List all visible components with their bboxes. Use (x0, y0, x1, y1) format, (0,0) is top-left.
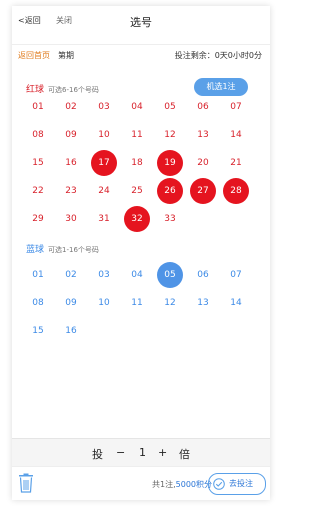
red-ball[interactable]: 04 (124, 94, 150, 120)
blue-section-title: 蓝球 可选1-16个号码 (26, 242, 99, 255)
multiplier-value[interactable]: 1 (139, 446, 146, 459)
blue-ball[interactable]: 16 (58, 318, 84, 344)
red-ball[interactable]: 29 (25, 206, 51, 232)
red-ball[interactable]: 18 (124, 150, 150, 176)
red-ball[interactable]: 16 (58, 150, 84, 176)
trash-icon[interactable] (18, 473, 34, 493)
blue-ball[interactable]: 12 (157, 290, 183, 316)
red-ball[interactable]: 01 (25, 94, 51, 120)
blue-label: 蓝球 (26, 245, 45, 255)
total-points: 5000积分 (175, 480, 212, 489)
red-ball[interactable]: 06 (190, 94, 216, 120)
blue-ball[interactable]: 14 (223, 290, 249, 316)
red-ball[interactable]: 23 (58, 178, 84, 204)
red-ball[interactable]: 08 (25, 122, 51, 148)
red-ball[interactable]: 09 (58, 122, 84, 148)
red-ball[interactable]: 25 (124, 178, 150, 204)
blue-ball[interactable]: 10 (91, 290, 117, 316)
page-title: 选号 (130, 16, 152, 29)
red-ball[interactable]: 31 (91, 206, 117, 232)
red-ball[interactable]: 33 (157, 206, 183, 232)
red-ball[interactable]: 26 (157, 178, 183, 204)
remaining-time: 投注剩余：0天0小时0分 (174, 51, 262, 60)
nav-bar: <返回 关闭 选号 (12, 6, 270, 36)
blue-ball[interactable]: 15 (25, 318, 51, 344)
blue-ball[interactable]: 02 (58, 262, 84, 288)
red-ball[interactable]: 11 (124, 122, 150, 148)
blue-ball[interactable]: 03 (91, 262, 117, 288)
red-ball[interactable]: 24 (91, 178, 117, 204)
red-ball[interactable]: 32 (124, 206, 150, 232)
red-hint: 可选6-16个号码 (48, 86, 99, 94)
home-link[interactable]: 返回首页 (18, 50, 50, 61)
red-ball[interactable]: 27 (190, 178, 216, 204)
multiplier-prefix: 投 (92, 448, 103, 461)
red-ball[interactable]: 05 (157, 94, 183, 120)
red-ball[interactable]: 19 (157, 150, 183, 176)
total-summary: 共1注,5000积分 (152, 480, 212, 489)
phone-frame: <返回 关闭 选号 返回首页 第期 投注剩余：0天0小时0分 红球 可选6-16个… (12, 6, 270, 500)
red-ball[interactable]: 07 (223, 94, 249, 120)
blue-ball[interactable]: 04 (124, 262, 150, 288)
footer: 共1注,5000积分 去投注 (12, 466, 270, 501)
multiplier-bar: 投 − 1 + 倍 (12, 438, 270, 467)
red-ball[interactable]: 14 (223, 122, 249, 148)
plus-button[interactable]: + (158, 446, 167, 459)
period-label: 第期 (58, 51, 74, 60)
minus-button[interactable]: − (116, 446, 125, 459)
red-ball[interactable]: 21 (223, 150, 249, 176)
red-ball[interactable]: 17 (91, 150, 117, 176)
red-ball[interactable]: 30 (58, 206, 84, 232)
blue-ball[interactable]: 13 (190, 290, 216, 316)
submit-bet-button[interactable]: 去投注 (208, 473, 266, 495)
blue-ball[interactable]: 09 (58, 290, 84, 316)
red-ball[interactable]: 10 (91, 122, 117, 148)
red-ball[interactable]: 28 (223, 178, 249, 204)
blue-hint: 可选1-16个号码 (48, 246, 99, 254)
red-ball[interactable]: 12 (157, 122, 183, 148)
red-ball[interactable]: 22 (25, 178, 51, 204)
info-bar: 返回首页 第期 投注剩余：0天0小时0分 (12, 44, 270, 63)
blue-ball[interactable]: 01 (25, 262, 51, 288)
blue-ball[interactable]: 06 (190, 262, 216, 288)
blue-ball[interactable]: 07 (223, 262, 249, 288)
red-ball[interactable]: 13 (190, 122, 216, 148)
blue-ball[interactable]: 08 (25, 290, 51, 316)
multiplier-suffix: 倍 (179, 448, 190, 461)
red-ball[interactable]: 20 (190, 150, 216, 176)
check-circle-icon (213, 478, 225, 490)
blue-ball[interactable]: 11 (124, 290, 150, 316)
red-ball[interactable]: 02 (58, 94, 84, 120)
red-ball[interactable]: 15 (25, 150, 51, 176)
blue-ball[interactable]: 05 (157, 262, 183, 288)
red-ball[interactable]: 03 (91, 94, 117, 120)
